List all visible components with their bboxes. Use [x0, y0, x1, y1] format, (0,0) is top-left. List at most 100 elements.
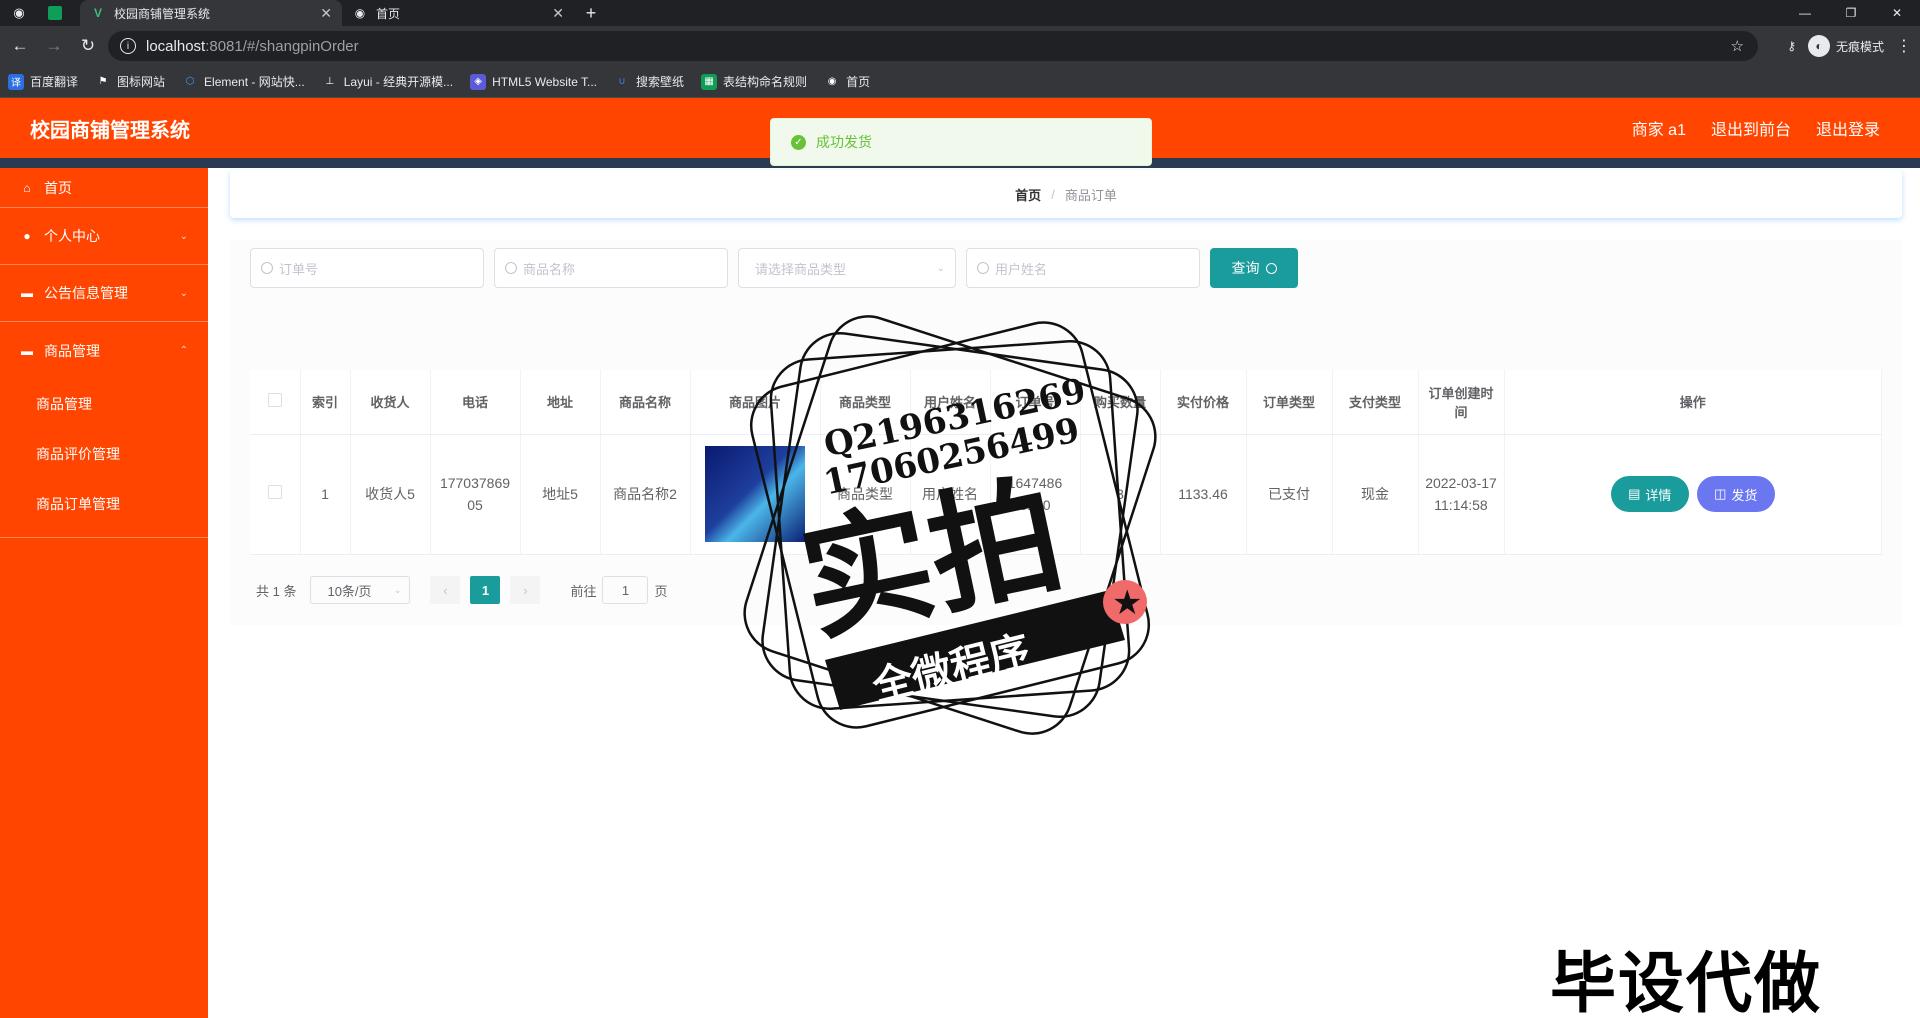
column-header: 电话 [430, 370, 521, 435]
close-icon[interactable]: ✕ [552, 5, 564, 22]
search-icon [505, 262, 517, 274]
orders-table: 索引 收货人 电话 地址 商品名称 商品图片 商品类型 用户姓名 订单号 购买数… [250, 370, 1882, 555]
back-icon[interactable]: ← [4, 30, 36, 62]
vue-icon: V [93, 6, 102, 20]
goto-suffix: 页 [654, 583, 668, 599]
sidebar-item-home[interactable]: ⌂ 首页 [0, 168, 208, 208]
bookmark-item[interactable]: ∪ 搜索壁纸 [614, 73, 684, 90]
page-size-select[interactable]: 10条/页 ⌄ [310, 576, 411, 604]
column-header: 购买数量 [1080, 370, 1161, 435]
incognito-indicator[interactable]: ◐ 无痕模式 [1807, 35, 1884, 57]
submenu-goods-review[interactable]: 商品评价管理 [0, 429, 208, 479]
flag-icon: ⚑ [98, 76, 108, 87]
bookmark-star-icon[interactable]: ☆ [1731, 37, 1744, 55]
window-close-icon[interactable]: ✕ [1874, 0, 1920, 26]
restore-icon[interactable]: ❐ [1828, 0, 1874, 26]
next-page-button[interactable]: › [510, 576, 541, 604]
logout-link[interactable]: 退出登录 [1816, 116, 1880, 140]
success-icon: ✓ [791, 134, 806, 150]
column-header: 地址 [520, 370, 601, 435]
column-header: 支付类型 [1332, 370, 1419, 435]
search-icon [261, 262, 273, 274]
bookmark-item[interactable]: ⚑ 图标网站 [95, 73, 166, 90]
detail-button[interactable]: ▤ 详情 [1610, 476, 1689, 512]
bookmark-item[interactable]: ⊥ Layui - 经典开源模... [322, 73, 453, 90]
ship-button[interactable]: ◫ 发货 [1696, 476, 1775, 512]
goto-page-input[interactable]: 1 [602, 576, 649, 604]
reload-icon[interactable]: ↻ [72, 30, 104, 62]
sidebar-item-goods[interactable]: ▬ 商品管理 ⌃ [0, 322, 208, 379]
tab-home[interactable]: ◉ 首页 ✕ [342, 0, 574, 26]
translate-icon: 译 [8, 73, 24, 90]
pagination: 共 1 条 10条/页 ⌄ ‹ 1 › 前往 1 页 [256, 576, 668, 604]
query-button[interactable]: 查询 [1210, 248, 1298, 288]
column-header: 商品类型 [820, 370, 911, 435]
goods-type-placeholder: 请选择商品类型 [755, 261, 847, 277]
order-no-input[interactable]: 订单号 [250, 248, 484, 288]
cell-goods-type: 商品类型 [820, 434, 911, 555]
bookmark-label: 搜索壁纸 [636, 75, 685, 89]
column-header: 用户姓名 [910, 370, 991, 435]
bookmark-item[interactable]: ◉ 首页 [824, 73, 870, 90]
new-tab-icon[interactable]: + [580, 0, 602, 26]
chevron-down-icon: ⌄ [179, 287, 188, 299]
url-host: localhost [146, 37, 206, 55]
tab-title: 校园商铺管理系统 [114, 6, 211, 21]
cell-index: 1 [300, 434, 351, 555]
cell-address: 地址5 [520, 434, 601, 555]
page-number-current[interactable]: 1 [470, 576, 501, 604]
row-select-cell [250, 434, 301, 555]
breadcrumb-home[interactable]: 首页 [1015, 185, 1041, 204]
pinned-tab-icon[interactable] [44, 0, 66, 26]
sidebar-item-notice[interactable]: ▬ 公告信息管理 ⌄ [0, 265, 208, 322]
search-icon [977, 262, 989, 274]
exit-to-front-link[interactable]: 退出到前台 [1711, 116, 1791, 140]
close-icon[interactable]: ✕ [320, 5, 332, 22]
bookmark-item[interactable]: ▦ 表结构命名规则 [701, 73, 807, 90]
more-icon[interactable]: ⋮ [1896, 36, 1912, 56]
goods-type-select[interactable]: 请选择商品类型 ⌄ [738, 248, 956, 288]
select-all-checkbox[interactable] [267, 393, 282, 408]
key-icon[interactable]: ⚷ [1787, 39, 1796, 53]
column-header: 订单创建时间 [1418, 370, 1505, 435]
watermark-corner: 毕设代做 [1550, 945, 1822, 1018]
browser-toolbar: ← → ↻ i localhost:8081/#/shangpinOrder ☆… [0, 26, 1920, 66]
info-icon[interactable]: i [120, 38, 136, 54]
breadcrumb: 首页 / 商品订单 [230, 170, 1902, 218]
minimize-icon[interactable]: — [1782, 0, 1828, 26]
cell-quantity: 3 [1080, 434, 1161, 555]
search-form: 订单号 商品名称 请选择商品类型 ⌄ 用户姓名 查询 [250, 248, 1298, 288]
prev-page-button[interactable]: ‹ [430, 576, 461, 604]
submenu-goods-order[interactable]: 商品订单管理 [0, 479, 208, 529]
goods-name-input[interactable]: 商品名称 [494, 248, 728, 288]
cell-phone: 17703786905 [430, 434, 521, 555]
column-header: 订单号 [990, 370, 1081, 435]
chevron-down-icon: ⌄ [393, 584, 402, 595]
toast-message: 成功发货 [816, 134, 872, 150]
sidebar-item-label: 首页 [44, 179, 72, 196]
table-row: 1 收货人5 17703786905 地址5 商品名称2 商品类型 用户姓名 1… [250, 434, 1882, 555]
goods-submenu: 商品管理 商品评价管理 商品订单管理 [0, 379, 208, 538]
pagination-total: 共 1 条 [256, 583, 297, 599]
bookmark-label: 百度翻译 [30, 75, 79, 89]
bookmark-item[interactable]: 译百度翻译 [8, 73, 78, 90]
bookmark-item[interactable]: ◈ HTML5 Website T... [470, 73, 597, 90]
forward-icon[interactable]: → [38, 30, 70, 62]
row-checkbox[interactable] [267, 485, 282, 499]
user-name-placeholder: 用户姓名 [995, 261, 1048, 277]
tab-active[interactable]: V 校园商铺管理系统 ✕ [80, 0, 342, 26]
address-bar[interactable]: i localhost:8081/#/shangpinOrder ☆ [108, 31, 1758, 61]
search-icon [1265, 262, 1277, 274]
column-header: 订单类型 [1246, 370, 1333, 435]
browser-menu-icon[interactable]: ◉ [8, 0, 30, 26]
globe-icon: ◉ [827, 76, 837, 87]
chevron-down-icon: ⌄ [936, 262, 945, 274]
goods-name-placeholder: 商品名称 [523, 261, 576, 277]
incognito-icon: ◐ [1807, 35, 1830, 57]
bookmark-item[interactable]: ⬡ Element - 网站快... [182, 73, 305, 90]
star-icon: ★ [838, 661, 868, 701]
user-name-input[interactable]: 用户姓名 [966, 248, 1200, 288]
submenu-goods-manage[interactable]: 商品管理 [0, 379, 208, 429]
app-title: 校园商铺管理系统 [30, 119, 190, 142]
sidebar-item-profile[interactable]: ● 个人中心 ⌄ [0, 208, 208, 265]
